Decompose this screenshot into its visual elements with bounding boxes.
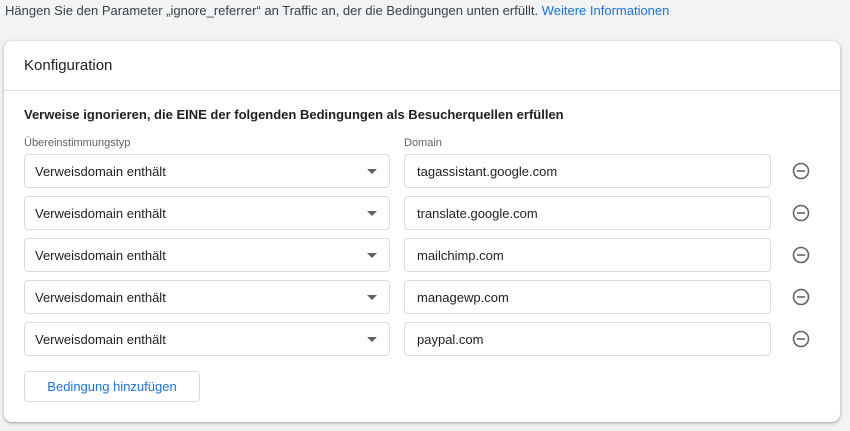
match-type-value: Verweisdomain enthält xyxy=(35,163,166,179)
domain-input[interactable] xyxy=(404,322,771,356)
domain-input[interactable] xyxy=(404,196,771,230)
remove-circle-outline-icon[interactable] xyxy=(792,204,810,222)
match-type-select[interactable]: Verweisdomain enthält xyxy=(24,280,390,314)
domain-column-label: Domain xyxy=(404,137,442,149)
match-type-value: Verweisdomain enthält xyxy=(35,247,166,263)
intro-description: Hängen Sie den Parameter „ignore_referre… xyxy=(5,3,539,18)
dropdown-caret-icon xyxy=(367,295,377,300)
intro-text: Hängen Sie den Parameter „ignore_referre… xyxy=(5,3,669,18)
domain-input[interactable] xyxy=(404,238,771,272)
match-type-value: Verweisdomain enthält xyxy=(35,205,166,221)
card-header: Konfiguration xyxy=(4,41,840,91)
match-type-column-label: Übereinstimmungstyp xyxy=(24,137,131,149)
condition-row: Verweisdomain enthält xyxy=(24,280,824,314)
condition-row: Verweisdomain enthält xyxy=(24,154,824,188)
match-type-select[interactable]: Verweisdomain enthält xyxy=(24,322,390,356)
dropdown-caret-icon xyxy=(367,211,377,216)
remove-circle-outline-icon[interactable] xyxy=(792,330,810,348)
condition-row: Verweisdomain enthält xyxy=(24,196,824,230)
card-title: Konfiguration xyxy=(24,57,113,74)
dropdown-caret-icon xyxy=(367,253,377,258)
remove-circle-outline-icon[interactable] xyxy=(792,162,810,180)
configuration-card: Konfiguration Verweise ignorieren, die E… xyxy=(4,41,840,422)
dropdown-caret-icon xyxy=(367,337,377,342)
match-type-value: Verweisdomain enthält xyxy=(35,331,166,347)
match-type-select[interactable]: Verweisdomain enthält xyxy=(24,154,390,188)
section-heading: Verweise ignorieren, die EINE der folgen… xyxy=(24,107,564,122)
match-type-value: Verweisdomain enthält xyxy=(35,289,166,305)
condition-row: Verweisdomain enthält xyxy=(24,322,824,356)
domain-input[interactable] xyxy=(404,280,771,314)
domain-input[interactable] xyxy=(404,154,771,188)
condition-row: Verweisdomain enthält xyxy=(24,238,824,272)
add-condition-button[interactable]: Bedingung hinzufügen xyxy=(24,371,200,402)
match-type-select[interactable]: Verweisdomain enthält xyxy=(24,238,390,272)
remove-circle-outline-icon[interactable] xyxy=(792,246,810,264)
learn-more-link[interactable]: Weitere Informationen xyxy=(542,3,670,18)
dropdown-caret-icon xyxy=(367,169,377,174)
remove-circle-outline-icon[interactable] xyxy=(792,288,810,306)
match-type-select[interactable]: Verweisdomain enthält xyxy=(24,196,390,230)
